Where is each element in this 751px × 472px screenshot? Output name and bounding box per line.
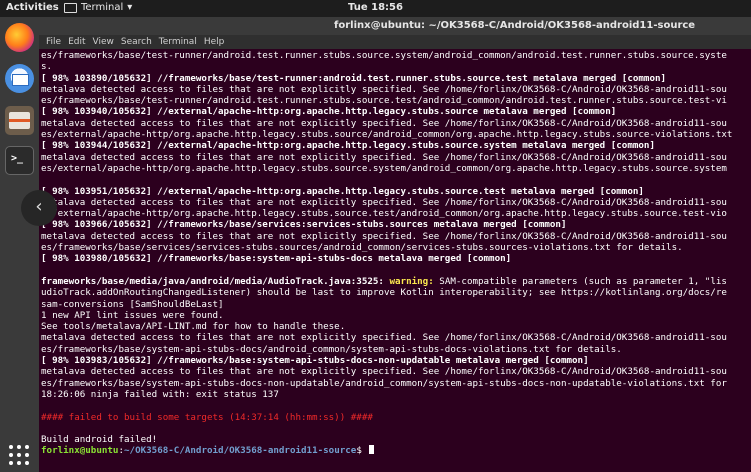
menu-view[interactable]: View bbox=[93, 37, 114, 47]
window-title: forlinx@ubuntu: ~/OK3568-C/Android/OK356… bbox=[334, 20, 696, 31]
terminal-line: [ 98% 103980/105632] //frameworks/base:s… bbox=[41, 253, 751, 264]
menu-terminal[interactable]: Terminal bbox=[159, 37, 197, 47]
menu-search[interactable]: Search bbox=[121, 37, 152, 47]
line-text: [ 98% 103940/105632] //external/apache-h… bbox=[41, 106, 617, 118]
terminal-line: [ 98% 103940/105632] //external/apache-h… bbox=[41, 106, 751, 117]
line-text: [ 98% 103966/105632] //frameworks/base/s… bbox=[41, 219, 567, 231]
line-text: 18:26:06 ninja failed with: exit status … bbox=[41, 388, 279, 400]
terminal-line: 1 new API lint issues were found. bbox=[41, 310, 751, 321]
line-text: [ 98% 103951/105632] //external/apache-h… bbox=[41, 185, 644, 197]
line-text: udioTrack.addOnRoutingChangedListener) s… bbox=[41, 287, 727, 299]
line-text: [ 98% 103983/105632] //frameworks/base:s… bbox=[41, 355, 589, 367]
terminal-line: See tools/metalava/API-LINT.md for how t… bbox=[41, 321, 751, 332]
terminal-line: metalava detected access to files that a… bbox=[41, 366, 751, 377]
terminal-line: [ 98% 103890/105632] //frameworks/base/t… bbox=[41, 73, 751, 84]
line-text: es/external/apache-http/org.apache.http.… bbox=[41, 208, 727, 220]
firefox-icon[interactable] bbox=[5, 23, 34, 52]
line-text: metalava detected access to files that a… bbox=[41, 332, 727, 344]
prompt-path: ~/OK3568-C/Android/OK3568-android11-sour… bbox=[124, 445, 357, 457]
line-text: es/frameworks/base/system-api-stubs-docs… bbox=[41, 343, 622, 355]
line-text: [ 98% 103944/105632] //external/apache-h… bbox=[41, 140, 655, 152]
text-cursor bbox=[369, 445, 375, 455]
thunderbird-icon[interactable] bbox=[5, 64, 34, 93]
line-text: metalava detected access to files that a… bbox=[41, 366, 727, 378]
terminal-line: metalava detected access to files that a… bbox=[41, 332, 751, 343]
line-text: es/external/apache-http/org.apache.http.… bbox=[41, 129, 733, 141]
line-text: metalava detected access to files that a… bbox=[41, 230, 727, 242]
warning-message: SAM-compatible parameters (such as param… bbox=[433, 275, 727, 287]
terminal-line: es/frameworks/base/system-api-stubs-docs… bbox=[41, 344, 751, 355]
terminal-line: metalava detected access to files that a… bbox=[41, 197, 751, 208]
line-text: sam-conversions [SamShouldBeLast] bbox=[41, 298, 224, 310]
line-text: See tools/metalava/API-LINT.md for how t… bbox=[41, 321, 346, 333]
terminal-line: [ 98% 103944/105632] //external/apache-h… bbox=[41, 140, 751, 151]
line-text: es/external/apache-http/org.apache.http.… bbox=[41, 162, 727, 174]
line-text: metalava detected access to files that a… bbox=[41, 196, 727, 208]
terminal-line: metalava detected access to files that a… bbox=[41, 152, 751, 163]
line-text: metalava detected access to files that a… bbox=[41, 83, 727, 95]
warning-label: warning: bbox=[389, 275, 434, 287]
prompt-user: forlinx@ubuntu bbox=[41, 445, 119, 457]
terminal-line: frameworks/base/media/java/android/media… bbox=[41, 276, 751, 287]
terminal-line: [ 98% 103966/105632] //frameworks/base/s… bbox=[41, 219, 751, 230]
terminal-icon[interactable]: >_ bbox=[5, 146, 34, 175]
window-titlebar[interactable]: forlinx@ubuntu: ~/OK3568-C/Android/OK356… bbox=[39, 17, 751, 35]
terminal-line: s. bbox=[41, 61, 751, 72]
show-applications-icon[interactable] bbox=[5, 441, 34, 470]
line-text: [ 98% 103890/105632] //frameworks/base/t… bbox=[41, 72, 667, 84]
terminal-line: metalava detected access to files that a… bbox=[41, 84, 751, 95]
line-text: metalava detected access to files that a… bbox=[41, 117, 727, 129]
top-bar: Activities Terminal ▾ Tue 18:56 bbox=[0, 0, 751, 17]
menu-bar: File Edit View Search Terminal Help bbox=[39, 35, 751, 49]
line-text: es/frameworks/base/test-runner/android.t… bbox=[41, 95, 727, 107]
terminal-line: Build android failed! bbox=[41, 434, 751, 445]
back-arrow-icon[interactable]: ‹ bbox=[21, 190, 57, 226]
terminal-line: es/frameworks/base/test-runner/android.t… bbox=[41, 95, 751, 106]
line-text: Build android failed! bbox=[41, 434, 158, 446]
line-text: s. bbox=[41, 61, 53, 73]
line-text: es/frameworks/base/system-api-stubs-docs… bbox=[41, 377, 727, 389]
terminal-line: es/external/apache-http/org.apache.http.… bbox=[41, 208, 751, 219]
line-text: metalava detected access to files that a… bbox=[41, 151, 727, 163]
terminal-line: es/external/apache-http/org.apache.http.… bbox=[41, 163, 751, 174]
clock[interactable]: Tue 18:56 bbox=[0, 2, 751, 13]
terminal-line: es/frameworks/base/test-runner/android.t… bbox=[41, 50, 751, 61]
terminal-line: #### failed to build some targets (14:37… bbox=[41, 412, 751, 423]
terminal-line: udioTrack.addOnRoutingChangedListener) s… bbox=[41, 287, 751, 298]
menu-edit[interactable]: Edit bbox=[68, 37, 85, 47]
terminal-output[interactable]: es/frameworks/base/test-runner/android.t… bbox=[41, 50, 751, 472]
line-text: es/frameworks/base/services/services-stu… bbox=[41, 242, 683, 254]
line-text: es/frameworks/base/test-runner/android.t… bbox=[41, 50, 727, 61]
terminal-line: es/external/apache-http/org.apache.http.… bbox=[41, 129, 751, 140]
line-text: #### failed to build some targets (14:37… bbox=[41, 411, 373, 423]
terminal-line: [ 98% 103983/105632] //frameworks/base:s… bbox=[41, 355, 751, 366]
dock: >_ bbox=[0, 17, 39, 472]
line-text: frameworks/base/media/java/android/media… bbox=[41, 275, 390, 287]
files-icon[interactable] bbox=[5, 106, 34, 135]
terminal-line: metalava detected access to files that a… bbox=[41, 231, 751, 242]
terminal-prompt: forlinx@ubuntu:~/OK3568-C/Android/OK3568… bbox=[41, 445, 751, 456]
terminal-line: [ 98% 103951/105632] //external/apache-h… bbox=[41, 186, 751, 197]
menu-help[interactable]: Help bbox=[204, 37, 225, 47]
terminal-line: es/frameworks/base/services/services-stu… bbox=[41, 242, 751, 253]
terminal-line: es/frameworks/base/system-api-stubs-docs… bbox=[41, 378, 751, 389]
terminal-line: metalava detected access to files that a… bbox=[41, 118, 751, 129]
prompt-symbol: $ bbox=[356, 445, 368, 457]
terminal-line: 18:26:06 ninja failed with: exit status … bbox=[41, 389, 751, 400]
terminal-line: sam-conversions [SamShouldBeLast] bbox=[41, 299, 751, 310]
line-text: [ 98% 103980/105632] //frameworks/base:s… bbox=[41, 253, 512, 265]
line-text: 1 new API lint issues were found. bbox=[41, 309, 224, 321]
menu-file[interactable]: File bbox=[46, 37, 61, 47]
